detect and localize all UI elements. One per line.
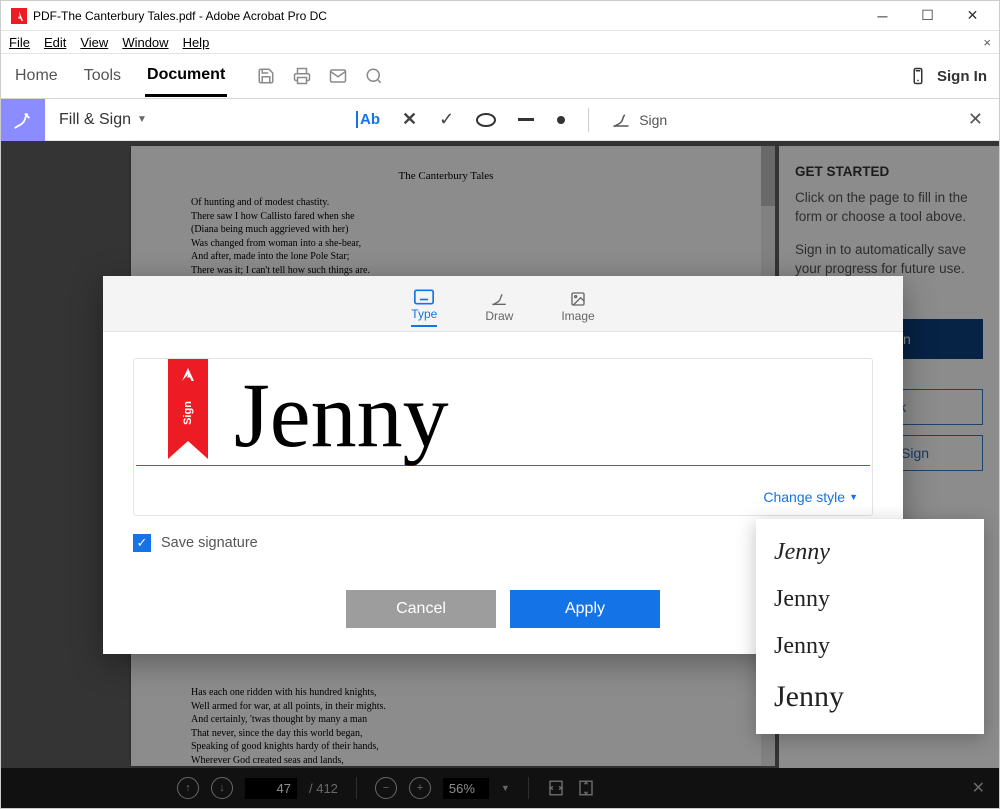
- window-title: PDF-The Canterbury Tales.pdf - Adobe Acr…: [33, 9, 860, 23]
- text-tool-icon[interactable]: Ab: [356, 111, 380, 128]
- draw-icon: [489, 291, 509, 307]
- save-icon[interactable]: [257, 67, 275, 85]
- menu-window[interactable]: Window: [122, 35, 168, 50]
- sign-ribbon: Sign: [168, 359, 208, 441]
- style-option-4[interactable]: Jenny: [756, 670, 984, 724]
- search-icon[interactable]: [365, 67, 383, 85]
- sign-in-button[interactable]: Sign In: [909, 67, 987, 85]
- print-icon[interactable]: [293, 67, 311, 85]
- adobe-logo-icon: [180, 367, 196, 383]
- menu-view[interactable]: View: [80, 35, 108, 50]
- maximize-button[interactable]: ☐: [905, 2, 950, 30]
- style-option-1[interactable]: Jenny: [756, 529, 984, 576]
- menu-bar: File Edit View Window Help ×: [1, 31, 999, 53]
- close-toolbar-icon[interactable]: ✕: [968, 109, 983, 130]
- save-signature-label: Save signature: [161, 535, 258, 551]
- menubar-close-icon[interactable]: ×: [983, 35, 991, 50]
- nav-home[interactable]: Home: [13, 57, 60, 95]
- menu-help[interactable]: Help: [183, 35, 210, 50]
- top-toolbar: Home Tools Document Sign In: [1, 53, 999, 99]
- signature-input-box[interactable]: Sign Jenny Change style ▼: [133, 358, 873, 516]
- tab-type[interactable]: Type: [411, 289, 437, 327]
- nav-tools[interactable]: Tools: [82, 57, 123, 95]
- chevron-down-icon: ▼: [849, 492, 858, 502]
- checkmark-tool-icon[interactable]: ✓: [439, 109, 454, 130]
- close-button[interactable]: ✕: [950, 2, 995, 30]
- sign-tool-label: Sign: [639, 112, 667, 128]
- menu-file[interactable]: File: [9, 35, 30, 50]
- fill-sign-dropdown[interactable]: Fill & Sign ▼: [59, 111, 147, 129]
- title-bar: PDF-The Canterbury Tales.pdf - Adobe Acr…: [1, 1, 999, 31]
- x-mark-tool-icon[interactable]: ✕: [402, 109, 417, 130]
- tab-draw[interactable]: Draw: [485, 291, 513, 327]
- tab-image[interactable]: Image: [561, 291, 594, 327]
- mobile-icon: [909, 67, 927, 85]
- keyboard-icon: [414, 289, 434, 305]
- style-option-2[interactable]: Jenny: [756, 576, 984, 623]
- signature-preview: Jenny: [234, 369, 449, 461]
- app-icon: [11, 8, 27, 24]
- style-option-3[interactable]: Jenny: [756, 623, 984, 670]
- tab-image-label: Image: [561, 309, 594, 323]
- style-dropdown: Jenny Jenny Jenny Jenny: [756, 519, 984, 734]
- mail-icon[interactable]: [329, 67, 347, 85]
- circle-tool-icon[interactable]: [476, 113, 496, 127]
- line-tool-icon[interactable]: [518, 118, 534, 122]
- dot-tool-icon[interactable]: [556, 115, 566, 125]
- fill-sign-toolbar: Fill & Sign ▼ Ab ✕ ✓ Sign ✕: [1, 99, 999, 141]
- ribbon-label: Sign: [182, 401, 194, 425]
- menu-edit[interactable]: Edit: [44, 35, 66, 50]
- tab-type-label: Type: [411, 307, 437, 321]
- toolbar-divider: [588, 108, 589, 132]
- nav-document[interactable]: Document: [145, 56, 227, 97]
- fill-sign-badge-icon: [1, 99, 45, 141]
- sign-tool[interactable]: Sign: [611, 111, 667, 129]
- fill-sign-label: Fill & Sign: [59, 111, 131, 129]
- save-signature-checkbox[interactable]: ✓: [133, 534, 151, 552]
- tab-draw-label: Draw: [485, 309, 513, 323]
- chevron-down-icon: ▼: [137, 114, 147, 125]
- modal-tabs: Type Draw Image: [103, 276, 903, 332]
- cancel-button[interactable]: Cancel: [346, 590, 496, 628]
- change-style-link[interactable]: Change style ▼: [763, 489, 858, 505]
- change-style-label: Change style: [763, 489, 845, 505]
- apply-button[interactable]: Apply: [510, 590, 660, 628]
- minimize-button[interactable]: ─: [860, 2, 905, 30]
- image-icon: [568, 291, 588, 307]
- sign-in-label: Sign In: [937, 68, 987, 85]
